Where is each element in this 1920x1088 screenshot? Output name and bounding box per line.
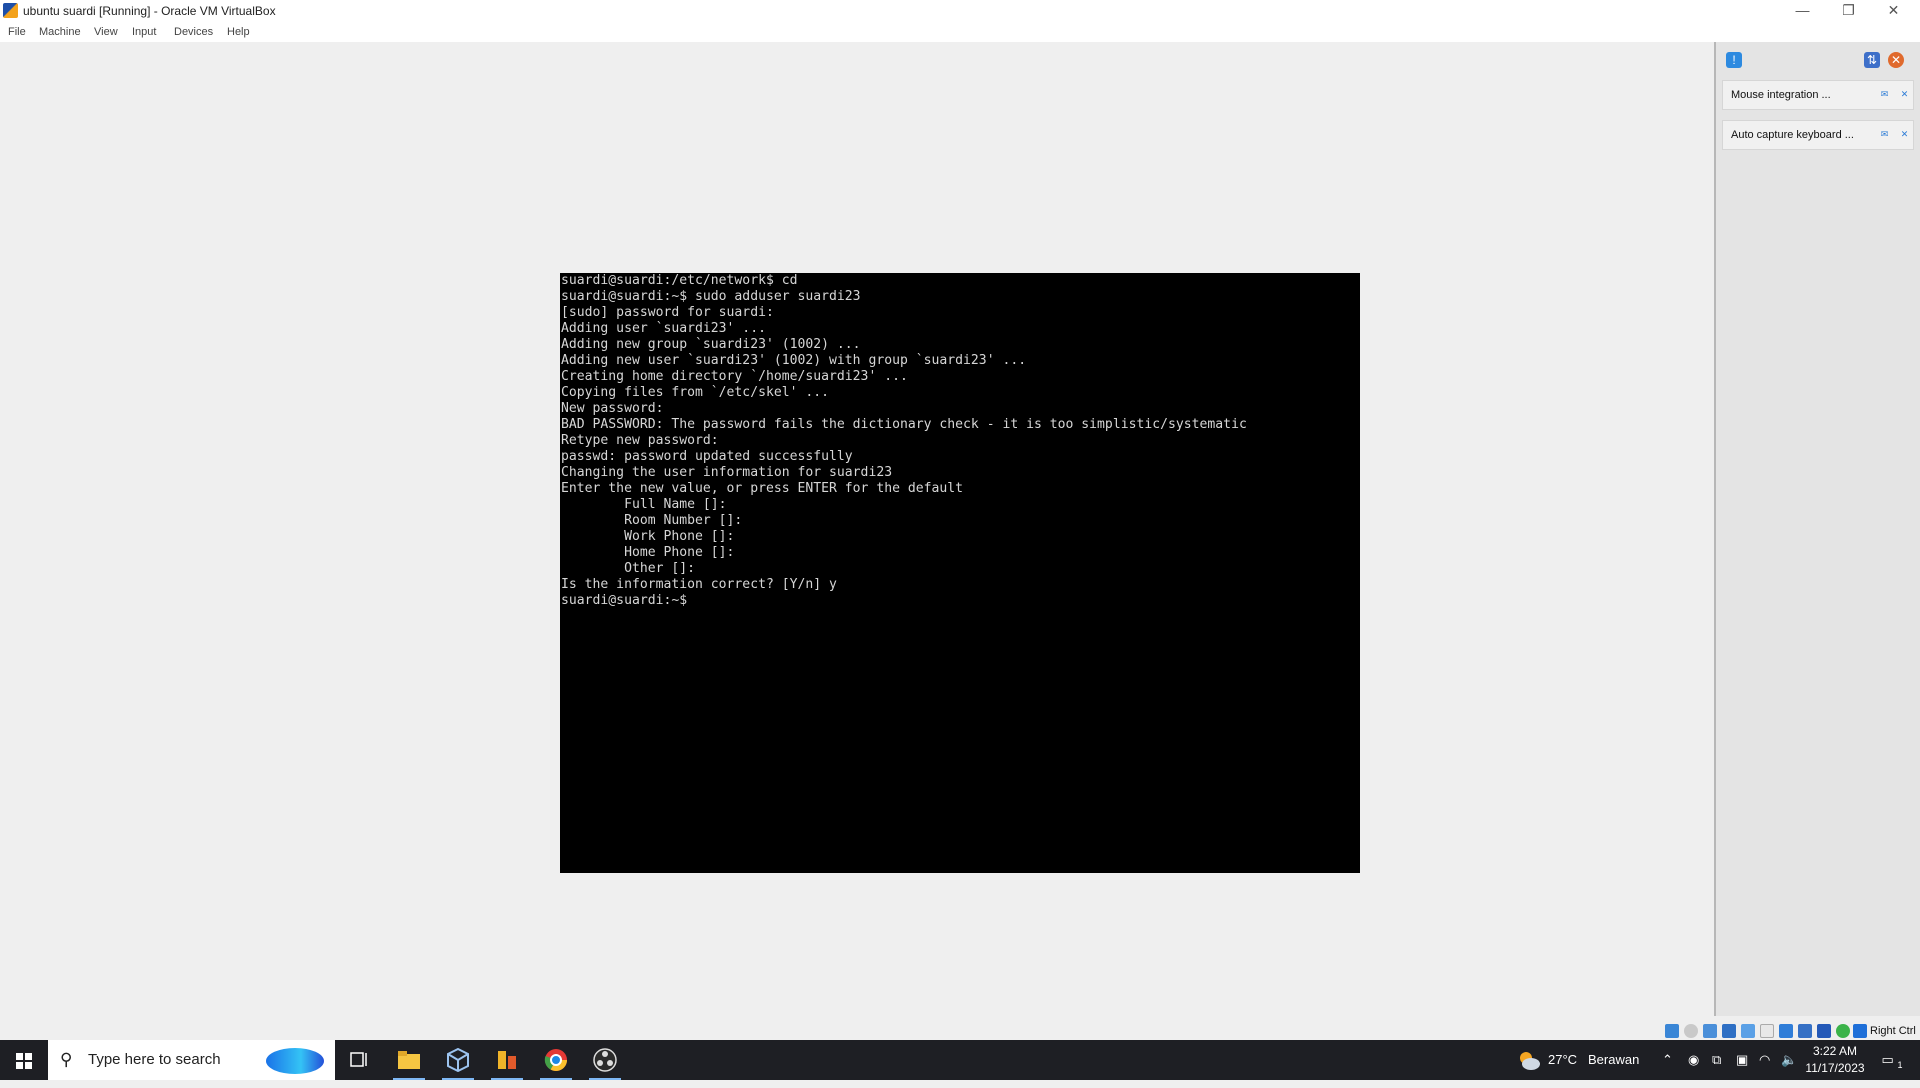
menu-view[interactable]: View [94,26,118,38]
console-line: BAD PASSWORD: The password fails the dic… [561,417,1247,432]
obs-icon [593,1048,617,1072]
weather-condition[interactable]: Berawan [1588,1040,1639,1080]
menu-machine[interactable]: Machine [39,26,81,38]
console-line: passwd: password updated successfully [561,449,853,464]
console-prompt: suardi@suardi:~$ [561,593,688,608]
network-icon[interactable] [1722,1024,1736,1038]
display-tray-icon[interactable]: ▣ [1736,1040,1748,1080]
chrome-icon [544,1049,567,1071]
wifi-icon[interactable]: ◠ [1759,1040,1770,1080]
console-line: Adding new user `suardi23' (1002) with g… [561,353,1027,368]
meet-now-icon[interactable]: ⧉ [1712,1040,1721,1080]
console-line: New password: [561,401,664,416]
console-line: suardi@suardi:/etc/network$ cd [561,273,798,288]
notification-auto-capture[interactable]: Auto capture keyboard ... ✉ ✕ [1722,120,1914,150]
do-not-show-again-icon[interactable]: ✉ [1879,129,1890,140]
folder-icon [398,1051,420,1069]
window-title: ubuntu suardi [Running] - Oracle VM Virt… [23,4,276,18]
notification-count: 1 [1897,1060,1903,1070]
console-line: Other []: [561,561,696,576]
start-button[interactable] [0,1040,48,1080]
console-line: [sudo] password for suardi: [561,305,774,320]
restore-button[interactable]: ❐ [1826,0,1871,22]
menu-input[interactable]: Input [132,26,156,38]
mouse-capture-icon[interactable] [1853,1024,1867,1038]
show-hidden-icons-chevron-icon[interactable]: ⌃ [1662,1040,1673,1080]
notification-text: Auto capture keyboard ... [1731,129,1854,141]
paint-icon [498,1051,516,1069]
virtualbox-icon [3,3,18,18]
console-line: Home Phone []: [561,545,735,560]
paint-app-taskbar-button[interactable] [483,1040,531,1080]
clock-time: 3:22 AM [1812,1044,1858,1058]
console-line: Adding new group `suardi23' (1002) ... [561,337,861,352]
optical-drive-icon[interactable] [1684,1024,1698,1038]
audio-icon[interactable] [1703,1024,1717,1038]
taskbar-search[interactable]: ⚲ Type here to search [48,1040,335,1080]
notification-center-toolbar: ! ⇅ ✕ [1716,42,1920,78]
menu-file[interactable]: File [8,26,26,38]
clear-all-icon[interactable]: ✕ [1888,52,1904,68]
menu-bar: File Machine View Input Devices Help [0,22,1920,42]
windows-icon [16,1053,32,1069]
task-view-icon [350,1052,367,1067]
console-line: Changing the user information for suardi… [561,465,893,480]
console-line: Full Name []: [561,497,727,512]
hard-disk-icon[interactable] [1665,1024,1679,1038]
do-not-show-again-icon[interactable]: ✉ [1879,89,1890,100]
console-line: suardi@suardi:~$ sudo adduser suardi23 [561,289,861,304]
console-line: Adding user `suardi23' ... [561,321,766,336]
menu-help[interactable]: Help [227,26,250,38]
close-notification-icon[interactable]: ✕ [1899,89,1910,100]
minimize-button[interactable]: — [1780,0,1825,22]
console-line: Work Phone []: [561,529,735,544]
vm-console[interactable]: suardi@suardi:/etc/network$ cd suardi@su… [560,273,1360,873]
notification-center-icon[interactable]: ! [1726,52,1742,68]
sort-order-icon[interactable]: ⇅ [1864,52,1880,68]
notification-center: ! ⇅ ✕ Mouse integration ... ✉ ✕ Auto cap… [1714,42,1920,1016]
notification-text: Mouse integration ... [1731,89,1831,101]
vm-status-bar: Right Ctrl [0,1022,1920,1040]
action-center-icon: ▭ [1881,1052,1894,1067]
clock-date: 11/17/2023 [1805,1061,1865,1075]
console-line: Creating home directory `/home/suardi23'… [561,369,908,384]
virtualbox-cube-icon [447,1047,469,1073]
host-key-label: Right Ctrl [1870,1025,1916,1037]
file-explorer-taskbar-button[interactable] [385,1040,433,1080]
console-line: Retype new password: [561,433,719,448]
vt-x-icon[interactable] [1836,1024,1850,1038]
taskbar-clock[interactable]: 3:22 AM 11/17/2023 [1800,1043,1870,1077]
display-icon[interactable] [1779,1024,1793,1038]
console-line: Is the information correct? [Y/n] y [561,577,837,592]
volume-muted-icon[interactable]: 🔈 [1781,1040,1797,1080]
menu-devices[interactable]: Devices [174,26,213,38]
obs-tray-icon[interactable]: ◉ [1688,1040,1699,1080]
close-button[interactable]: ✕ [1871,0,1916,22]
notification-mouse-integration[interactable]: Mouse integration ... ✉ ✕ [1722,80,1914,110]
task-view-button[interactable] [336,1040,384,1080]
console-line: Room Number []: [561,513,743,528]
close-notification-icon[interactable]: ✕ [1899,129,1910,140]
console-line: Copying files from `/etc/skel' ... [561,385,830,400]
search-icon: ⚲ [60,1050,73,1069]
usb-icon[interactable] [1741,1024,1755,1038]
search-placeholder: Type here to search [88,1051,221,1068]
cpu-icon[interactable] [1817,1024,1831,1038]
recording-icon[interactable] [1798,1024,1812,1038]
action-center-button[interactable]: ▭ 1 [1878,1040,1906,1080]
taskbar: ⚲ Type here to search 27°C Berawan ⌃ ◉ ⧉… [0,1040,1920,1080]
title-bar: ubuntu suardi [Running] - Oracle VM Virt… [0,0,1920,22]
virtualbox-taskbar-button[interactable] [434,1040,482,1080]
console-line: Enter the new value, or press ENTER for … [561,481,964,496]
weather-temperature[interactable]: 27°C [1548,1040,1577,1080]
obs-taskbar-button[interactable] [581,1040,629,1080]
weather-icon[interactable] [1517,1040,1543,1080]
bing-icon[interactable] [266,1048,324,1074]
vm-display-area[interactable]: suardi@suardi:/etc/network$ cd suardi@su… [0,42,1714,1022]
shared-folders-icon[interactable] [1760,1024,1774,1038]
chrome-taskbar-button[interactable] [532,1040,580,1080]
